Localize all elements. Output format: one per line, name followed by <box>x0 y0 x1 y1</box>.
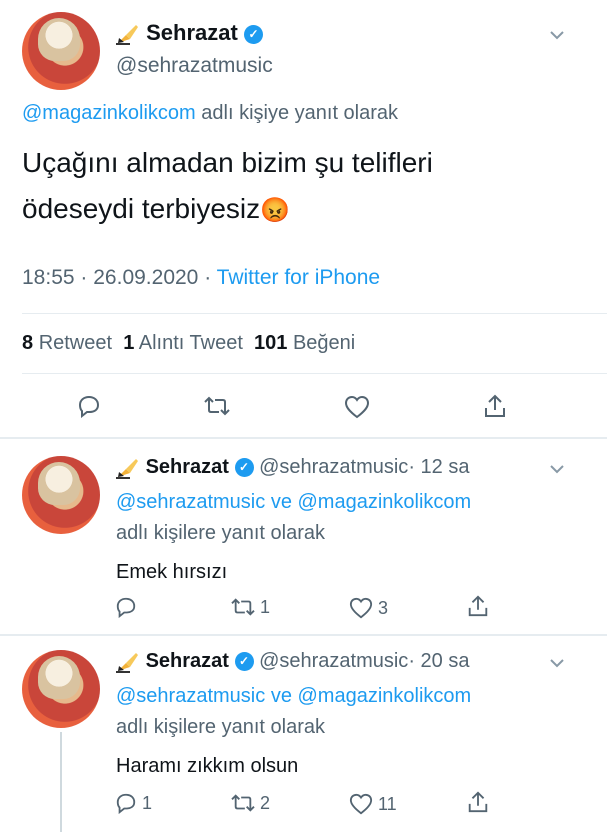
avatar[interactable] <box>22 12 100 90</box>
mention-link[interactable]: @sehrazatmusic <box>116 685 265 707</box>
mention-link[interactable]: @magazinkolikcom <box>298 491 472 513</box>
like-count: 3 <box>378 597 389 618</box>
reply-context: @magazinkolikcom adlı kişiye yanıt olara… <box>22 102 398 125</box>
angry-face-icon: 😡 <box>260 197 291 224</box>
reply-button[interactable] <box>76 394 102 418</box>
share-icon <box>468 791 488 813</box>
retweet-button[interactable]: 2 <box>230 792 270 814</box>
reply-text: Emek hırsızı <box>116 561 228 583</box>
reply-icon <box>116 597 136 618</box>
retweet-count: 2 <box>260 792 271 813</box>
share-button[interactable] <box>466 594 490 618</box>
reply-header: Sehrazat ✓ @sehrazatmusic· 12 sa <box>116 456 469 479</box>
writing-hand-icon <box>116 23 140 46</box>
reply-context-suffix: adlı kişilere yanıt olarak <box>116 522 325 544</box>
retweet-icon <box>231 598 255 616</box>
mention-link[interactable]: @magazinkolikcom <box>298 685 472 707</box>
retweet-button[interactable] <box>203 394 231 418</box>
retweet-button[interactable]: 1 <box>230 596 270 618</box>
meta-separator: · <box>408 456 415 478</box>
writing-hand-icon <box>116 457 140 479</box>
tweet-time: 18:55 <box>22 266 75 289</box>
like-button[interactable]: 11 <box>348 792 397 816</box>
like-count: 11 <box>378 793 397 814</box>
tweet-source-link[interactable]: Twitter for iPhone <box>217 266 380 289</box>
tweet-date: 26.09.2020 <box>93 266 199 289</box>
tweet-meta: 18:55 · 26.09.2020 · Twitter for iPhone <box>22 266 380 290</box>
chevron-down-icon[interactable] <box>548 460 566 478</box>
meta-separator: · <box>80 266 88 289</box>
verified-badge-icon: ✓ <box>243 24 263 44</box>
like-icon <box>349 597 373 619</box>
retweet-count: 1 <box>260 596 271 617</box>
tweet-text-line-2: ödeseydi terbiyesiz😡 <box>22 186 433 234</box>
chevron-down-icon[interactable] <box>548 654 566 672</box>
author-name-row[interactable]: Sehrazat ✓ <box>116 20 263 46</box>
mention-connector: ve <box>270 685 292 707</box>
reply-count: 1 <box>142 792 153 813</box>
verified-badge-icon: ✓ <box>234 458 254 478</box>
share-button[interactable] <box>482 393 508 419</box>
reply-time[interactable]: 20 sa <box>421 650 470 672</box>
retweet-stat[interactable]: 8 Retweet <box>22 332 112 354</box>
divider <box>0 437 607 439</box>
reply-context-suffix: adlı kişiye yanıt olarak <box>201 102 399 124</box>
reply-icon <box>78 395 100 418</box>
reply-header: Sehrazat ✓ @sehrazatmusic· 20 sa <box>116 650 469 673</box>
thread-line <box>60 732 62 832</box>
retweet-icon <box>231 794 255 812</box>
divider <box>0 634 607 636</box>
share-icon <box>485 394 505 417</box>
divider <box>22 373 607 374</box>
writing-hand-icon <box>116 651 140 673</box>
avatar[interactable] <box>22 456 100 534</box>
divider <box>22 313 607 314</box>
avatar[interactable] <box>22 650 100 728</box>
reply-context: @sehrazatmusic ve @magazinkolikcom adlı … <box>116 681 471 743</box>
retweet-icon <box>204 396 230 416</box>
share-button[interactable] <box>466 790 490 814</box>
tweet-text-line-2-words: ödeseydi terbiyesiz <box>22 193 261 224</box>
reply-text: Haramı zıkkım olsun <box>116 755 299 777</box>
reply-time[interactable]: 12 sa <box>421 456 470 478</box>
display-name[interactable]: Sehrazat <box>146 650 229 672</box>
mention-link[interactable]: @sehrazatmusic <box>116 491 265 513</box>
chevron-down-icon[interactable] <box>548 26 566 44</box>
mention-connector: ve <box>270 491 292 513</box>
handle[interactable]: @sehrazatmusic <box>259 650 408 672</box>
like-icon <box>349 793 373 815</box>
handle[interactable]: @sehrazatmusic <box>259 456 408 478</box>
share-icon <box>468 595 488 617</box>
tweet-text-line-1: Uçağını almadan bizim şu telifleri <box>22 147 433 178</box>
reply-context: @sehrazatmusic ve @magazinkolikcom adlı … <box>116 487 471 549</box>
mention-link[interactable]: @magazinkolikcom <box>22 102 196 124</box>
meta-separator: · <box>204 266 212 289</box>
reply-button[interactable]: 1 <box>114 792 152 814</box>
reply-context-suffix: adlı kişilere yanıt olarak <box>116 716 325 738</box>
quote-stat[interactable]: 1 Alıntı Tweet <box>123 332 243 354</box>
verified-badge-icon: ✓ <box>234 652 254 672</box>
display-name[interactable]: Sehrazat <box>146 456 229 478</box>
engagement-stats: 8 Retweet 1 Alıntı Tweet 101 Beğeni <box>22 332 355 355</box>
tweet-text: Uçağını almadan bizim şu telifleri ödese… <box>22 140 433 234</box>
reply-button[interactable] <box>114 596 142 618</box>
like-stat[interactable]: 101 Beğeni <box>254 332 355 354</box>
like-button[interactable] <box>343 394 371 420</box>
like-button[interactable]: 3 <box>348 596 388 620</box>
meta-separator: · <box>408 650 415 672</box>
like-icon <box>344 395 370 419</box>
display-name: Sehrazat <box>146 20 238 45</box>
handle[interactable]: @sehrazatmusic <box>116 54 273 78</box>
reply-icon <box>116 793 136 814</box>
